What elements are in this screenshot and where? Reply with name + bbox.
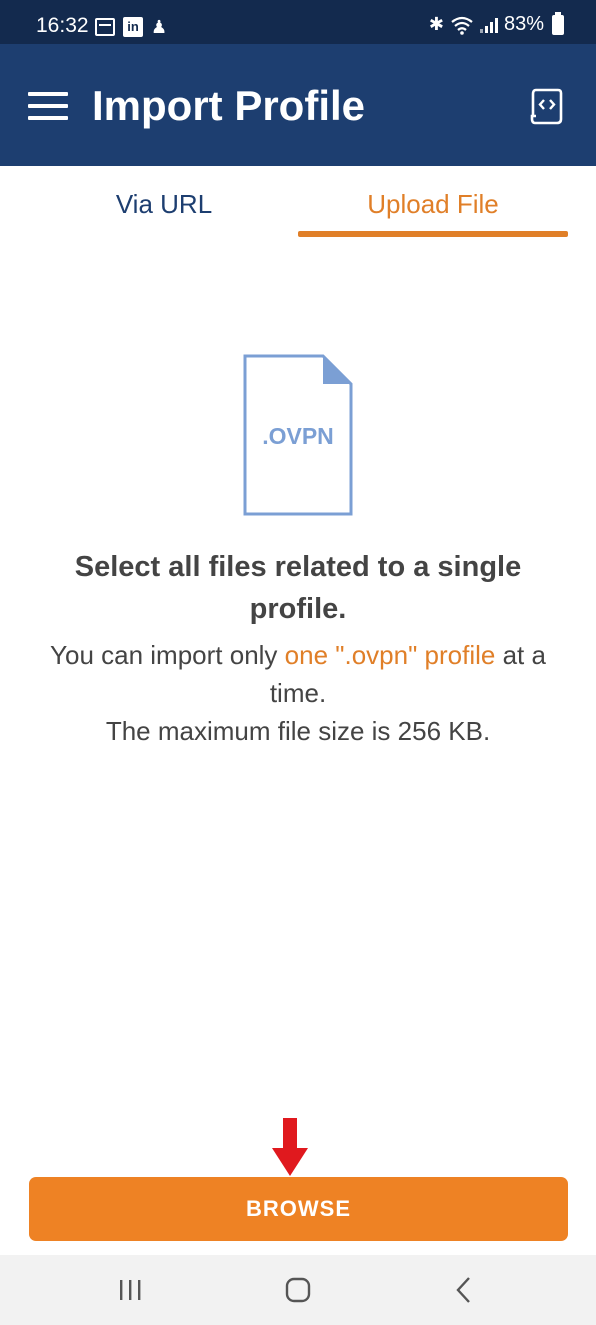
- home-icon: [285, 1277, 311, 1303]
- recents-icon: [120, 1280, 141, 1300]
- description-highlight: one ".ovpn" profile: [284, 640, 496, 670]
- instruction-description: You can import only one ".ovpn" profile …: [20, 636, 576, 750]
- down-arrow-icon: [272, 1118, 308, 1176]
- app-bar: Import Profile: [0, 44, 596, 166]
- system-nav-bar: [0, 1255, 596, 1325]
- ovpn-file-icon: .OVPN: [243, 354, 353, 516]
- linkedin-icon: in: [123, 17, 143, 37]
- description-prefix: You can import only: [50, 640, 285, 670]
- hamburger-menu-icon[interactable]: [28, 92, 68, 120]
- calendar-icon: [95, 18, 115, 36]
- bluetooth-icon: ✱: [428, 14, 444, 34]
- ovpn-file-label: .OVPN: [262, 423, 334, 449]
- figure-icon: ♟: [151, 17, 168, 37]
- max-file-size-text: The maximum file size is 256 KB.: [105, 716, 491, 746]
- back-button[interactable]: [424, 1255, 504, 1325]
- back-icon: [456, 1277, 470, 1303]
- active-tab-indicator: [298, 231, 568, 237]
- battery-percent: 83%: [503, 13, 544, 35]
- tab-via-url[interactable]: Via URL: [30, 166, 298, 242]
- notification-icons: in ♟: [95, 17, 167, 37]
- code-file-icon: [530, 88, 563, 125]
- instruction-heading: Select all files related to a single pro…: [74, 551, 522, 625]
- code-file-button[interactable]: [528, 86, 566, 126]
- signal-icon: [479, 17, 498, 33]
- status-time: 16:32: [36, 14, 89, 37]
- recents-button[interactable]: [90, 1255, 170, 1325]
- home-button[interactable]: [258, 1255, 338, 1325]
- status-bar: 16:32 in ♟ ✱ 83%: [0, 0, 596, 44]
- system-icons: ✱ 83%: [428, 11, 564, 36]
- wifi-icon: [451, 16, 473, 35]
- browse-button[interactable]: BROWSE: [29, 1177, 568, 1241]
- page-title: Import Profile: [92, 82, 366, 129]
- battery-icon: [552, 11, 564, 35]
